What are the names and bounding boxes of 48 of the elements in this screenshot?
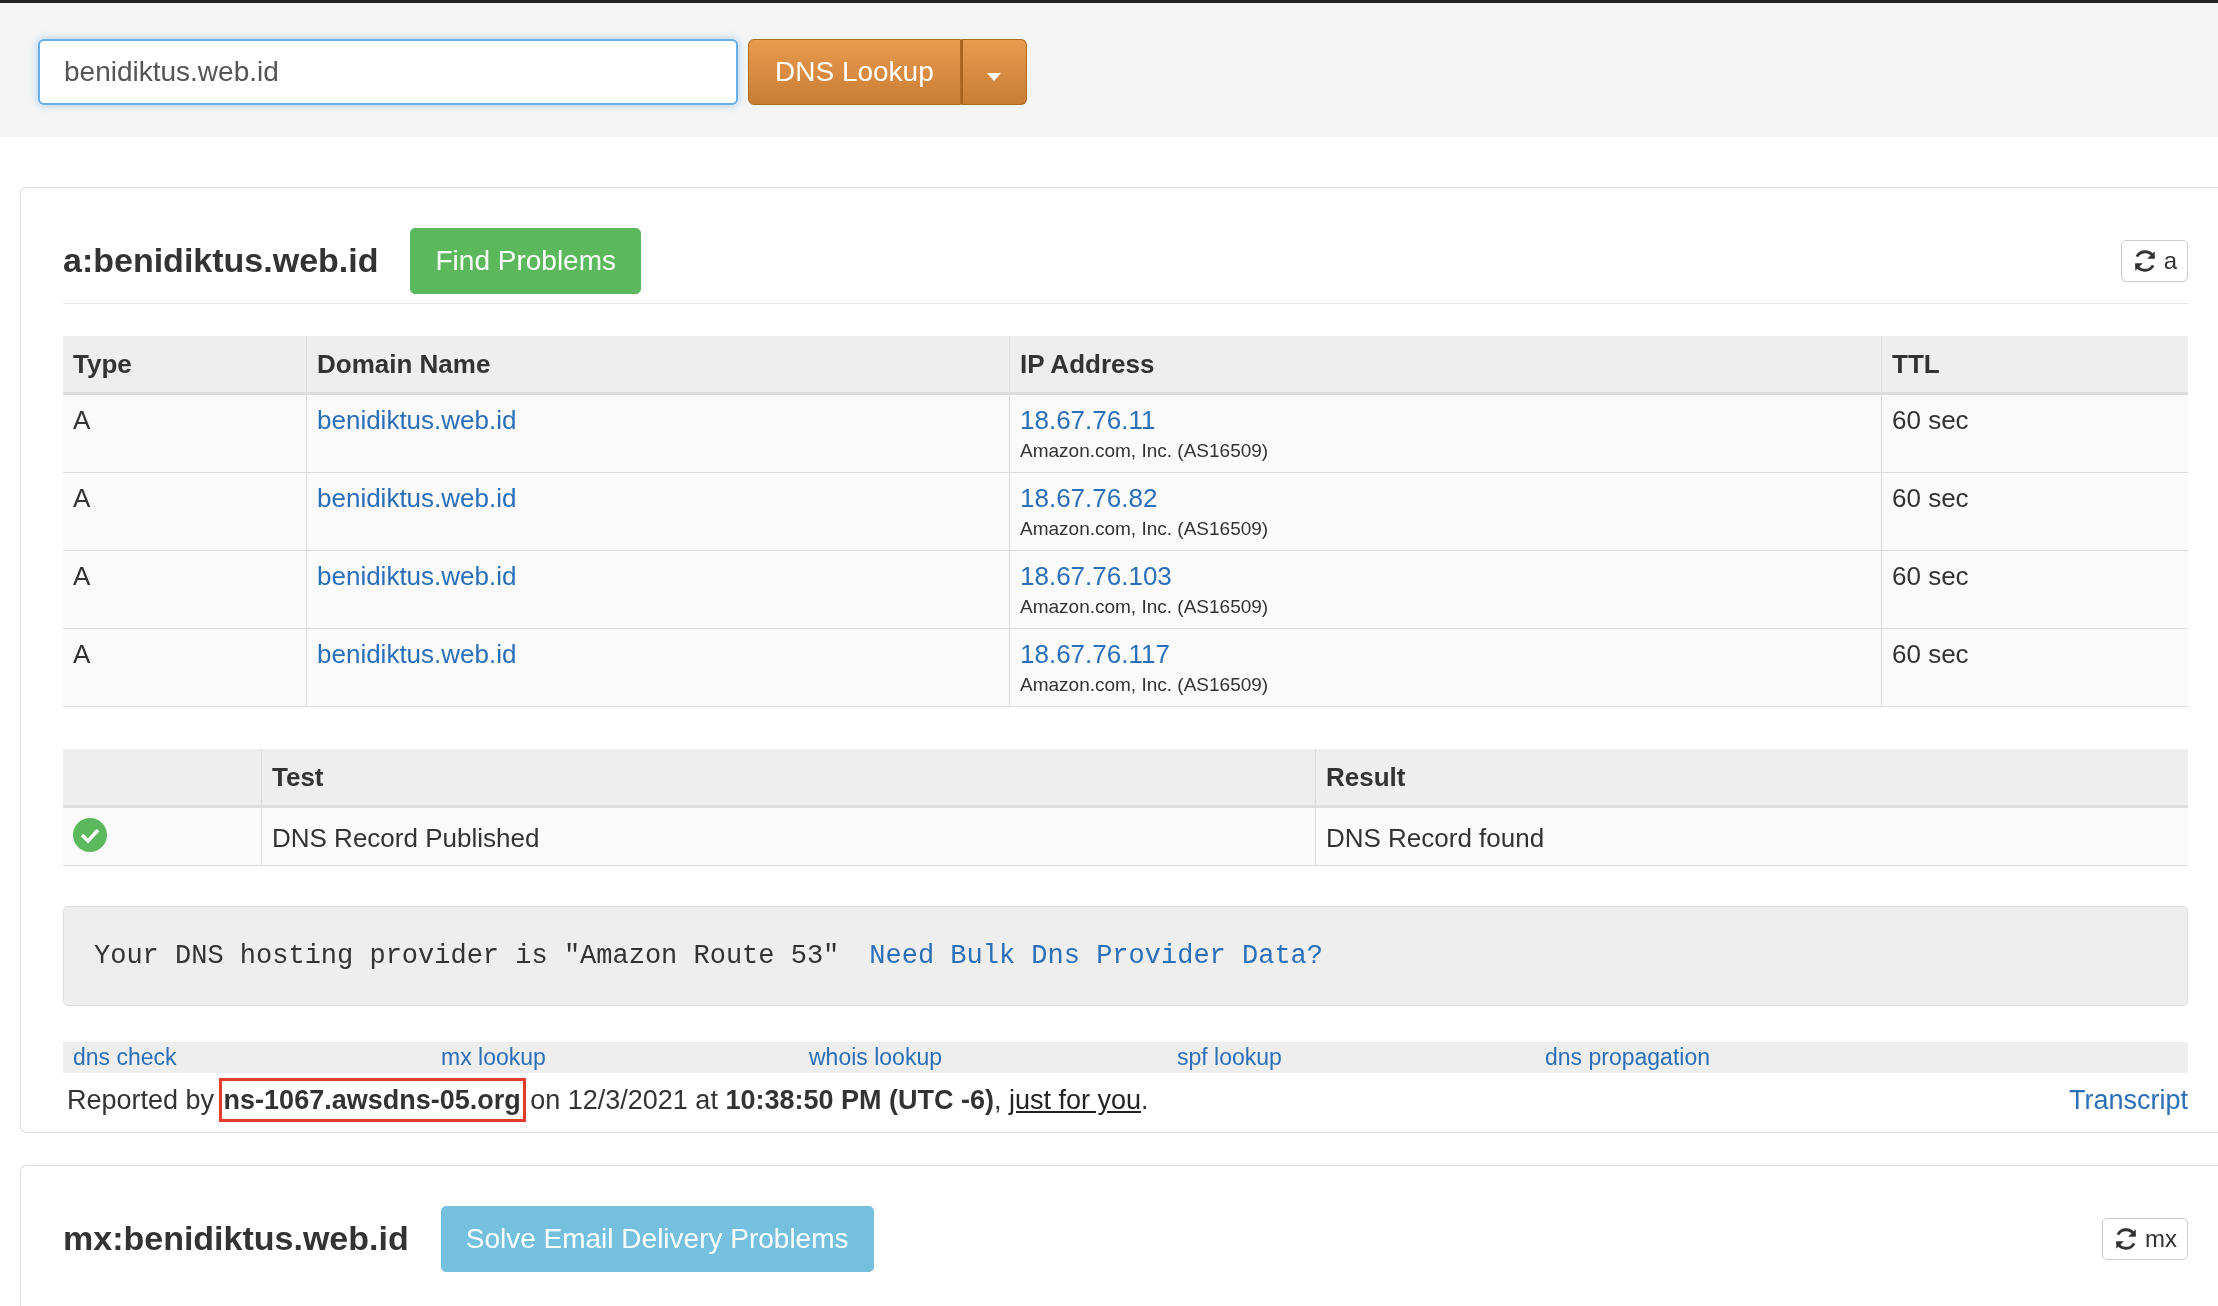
transcript-link[interactable]: Transcript (2068, 1085, 2188, 1116)
bulk-data-link[interactable]: Need Bulk Dns Provider Data? (869, 941, 1323, 971)
column-header: Domain Name (306, 336, 1010, 394)
column-header: Type (63, 336, 307, 394)
tool-link[interactable]: mx lookup (441, 1044, 809, 1071)
column-header: IP Address (1009, 336, 1882, 394)
domain-link[interactable]: benidiktus.web.id (317, 405, 517, 435)
table-cell: 60 sec (1881, 628, 2188, 707)
owner-text: Amazon.com, Inc. (AS16509) (1020, 518, 1270, 540)
tool-link[interactable]: dns propagation (1545, 1044, 1913, 1071)
refresh-button[interactable]: mx (2102, 1217, 2188, 1260)
domain-link[interactable]: benidiktus.web.id (317, 561, 517, 591)
table-cell: DNS Record found (1315, 806, 2188, 866)
table-cell: A (63, 550, 307, 629)
domain-link[interactable]: benidiktus.web.id (317, 639, 517, 669)
just-for-you-link[interactable]: just for you (1009, 1085, 1142, 1115)
owner-text: Amazon.com, Inc. (AS16509) (1020, 674, 1270, 696)
search-field[interactable]: benidiktus.web.id (38, 39, 738, 105)
panel-heading: a:benidiktus.web.id (63, 241, 379, 280)
table-cell: 60 sec (1881, 393, 2188, 473)
table-cell: A (63, 393, 307, 473)
refresh-button[interactable]: a (2120, 239, 2188, 282)
ip-link[interactable]: 18.67.76.103 (1020, 561, 1172, 591)
caret-icon (987, 73, 1002, 81)
column-header: Result (1315, 749, 2188, 807)
tool-link[interactable]: whois lookup (809, 1044, 1177, 1071)
table-cell: 60 sec (1881, 472, 2188, 551)
report-text: Reported by ns-1067.awsdns-05.org on 12/3/2021 at 10:38:50 PM (UTC -6), just for you. (63, 1077, 1153, 1124)
action-button[interactable]: Find Problems (410, 227, 641, 294)
domain-link[interactable]: benidiktus.web.id (317, 483, 517, 513)
tool-link[interactable]: spf lookup (1177, 1044, 1545, 1071)
table-cell: 60 sec (1881, 550, 2188, 629)
column-header: TTL (1881, 336, 2188, 394)
ip-link[interactable]: 18.67.76.117 (1020, 639, 1170, 669)
ip-link[interactable]: 18.67.76.82 (1020, 483, 1158, 513)
dns-lookup-button[interactable]: DNS Lookup (748, 39, 961, 105)
dropdown-button[interactable] (960, 39, 1027, 105)
table-cell: A (63, 628, 307, 707)
ip-link[interactable]: 18.67.76.11 (1020, 405, 1156, 435)
column-header: Test (261, 749, 1316, 807)
owner-text: Amazon.com, Inc. (AS16509) (1020, 440, 1270, 462)
tool-link[interactable]: dns check (73, 1044, 441, 1071)
provider-text: Your DNS hosting provider is "Amazon Route 53" (94, 941, 840, 971)
owner-text: Amazon.com, Inc. (AS16509) (1020, 596, 1270, 618)
panel-heading: mx:benidiktus.web.id (63, 1219, 409, 1258)
table-cell: A (63, 472, 307, 551)
table-cell: DNS Record Published (261, 806, 1316, 866)
refresh-icon (2113, 1225, 2139, 1252)
